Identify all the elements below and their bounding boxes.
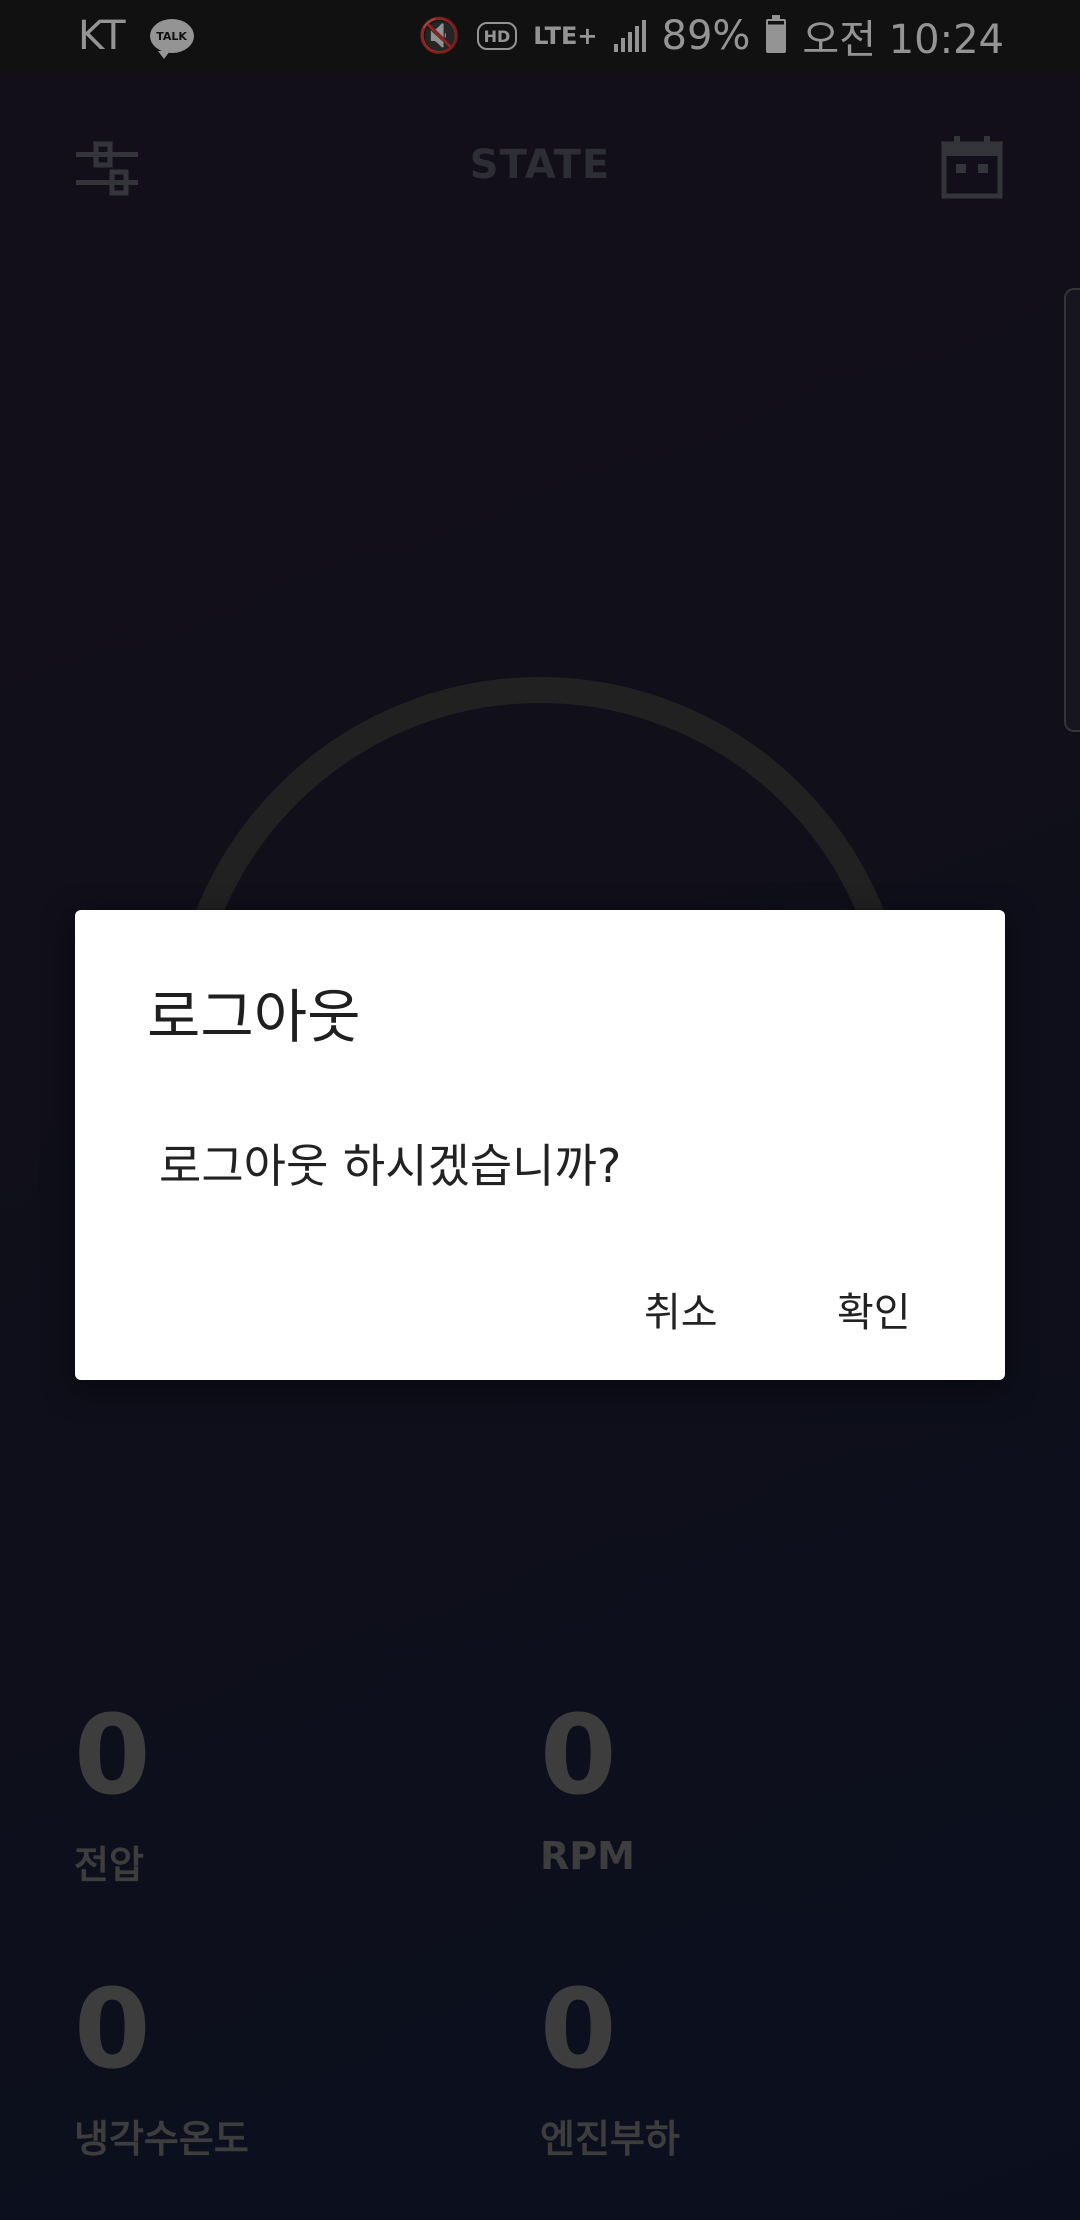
dialog-title: 로그아웃 [147, 983, 361, 1051]
logout-dialog: 로그아웃 로그아웃 하시겠습니까? 취소 확인 [75, 910, 1005, 1380]
confirm-button[interactable]: 확인 [823, 1270, 925, 1348]
dialog-message: 로그아웃 하시겠습니까? [159, 1139, 622, 1193]
cancel-button[interactable]: 취소 [630, 1270, 732, 1348]
